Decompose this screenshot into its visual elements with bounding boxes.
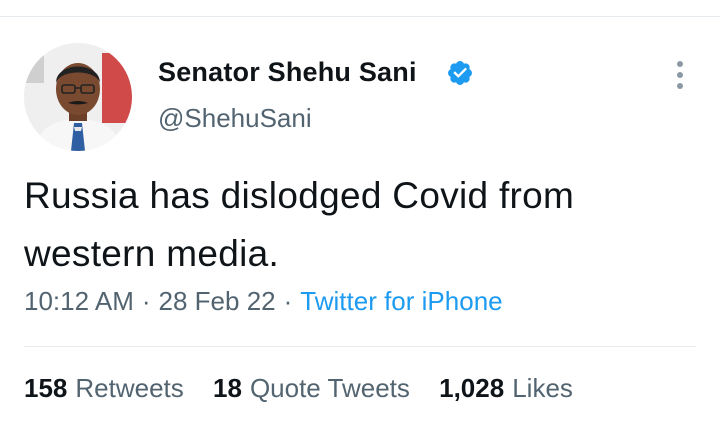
meta-separator: · (283, 286, 293, 316)
quote-tweets-label: Quote Tweets (249, 373, 410, 403)
author-name[interactable]: Senator Shehu Sani (158, 57, 417, 88)
retweets-label: Retweets (75, 373, 184, 403)
verified-badge-icon (448, 61, 472, 85)
tweet-meta: 10:12 AM · 28 Feb 22 · Twitter for iPhone (24, 286, 503, 317)
meta-separator: · (141, 286, 151, 316)
quote-tweets-stat[interactable]: 18 Quote Tweets (213, 373, 410, 404)
retweets-count: 158 (24, 373, 68, 403)
tweet-text: Russia has dislodged Covid from western … (24, 167, 694, 283)
engagement-stats: 158 Retweets 18 Quote Tweets 1,028 Likes (24, 373, 595, 404)
retweets-stat[interactable]: 158 Retweets (24, 373, 184, 404)
author-handle[interactable]: @ShehuSani (158, 103, 312, 134)
tweet-source-link[interactable]: Twitter for iPhone (300, 286, 502, 316)
tweet-date[interactable]: 28 Feb 22 (159, 286, 276, 316)
tweet-time[interactable]: 10:12 AM (24, 286, 134, 316)
tweet-text-line: western media. (24, 233, 280, 274)
likes-label: Likes (512, 373, 573, 403)
likes-stat[interactable]: 1,028 Likes (439, 373, 573, 404)
quote-tweets-count: 18 (213, 373, 242, 403)
likes-count: 1,028 (439, 373, 505, 403)
avatar[interactable] (24, 43, 132, 151)
more-options-icon[interactable] (670, 58, 690, 92)
stats-divider (24, 346, 696, 347)
tweet-text-line: Russia has dislodged Covid from (24, 175, 575, 216)
avatar-photo (24, 43, 132, 151)
top-divider (0, 16, 720, 17)
